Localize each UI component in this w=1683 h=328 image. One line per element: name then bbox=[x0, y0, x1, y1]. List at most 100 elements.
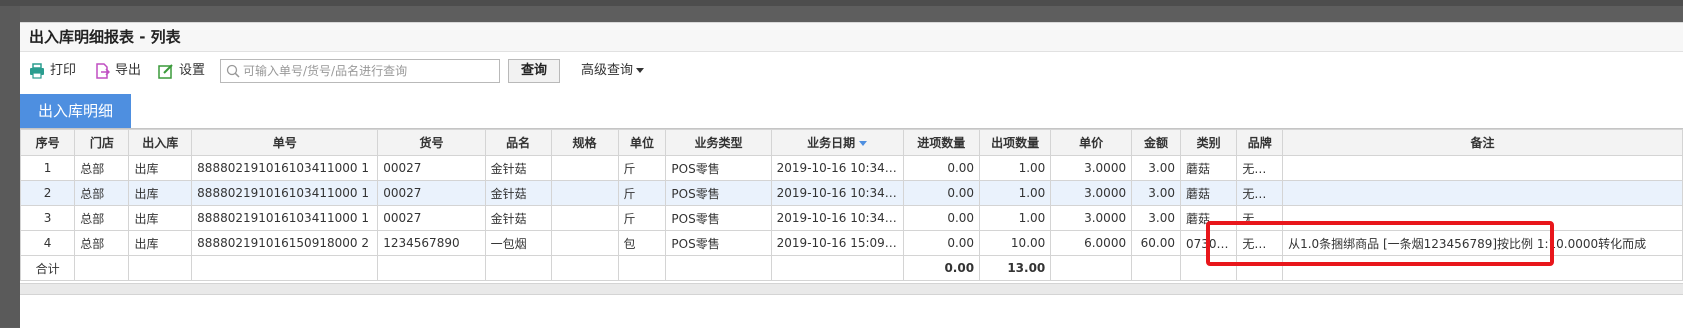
total-empty bbox=[665, 255, 772, 281]
cell-spec bbox=[550, 205, 619, 231]
table-row[interactable]: 3 总部 出库 888802191016103411000 1 00027 金针… bbox=[20, 205, 1683, 231]
cell-direction: 出库 bbox=[128, 180, 193, 206]
cell-direction: 出库 bbox=[128, 230, 193, 256]
export-button[interactable]: 导出 bbox=[94, 61, 141, 81]
total-empty bbox=[1131, 255, 1181, 281]
caret-down-icon bbox=[636, 68, 645, 73]
cell-unit: 斤 bbox=[617, 180, 667, 206]
settings-label: 设置 bbox=[179, 63, 206, 78]
print-label: 打印 bbox=[50, 63, 77, 78]
cell-remark bbox=[1282, 205, 1683, 231]
cell-direction: 出库 bbox=[128, 155, 193, 181]
cell-remark bbox=[1282, 155, 1683, 181]
cell-category: 蘑菇 bbox=[1179, 205, 1238, 231]
cell-brand: 无品牌 bbox=[1236, 180, 1284, 206]
cell-order-no: 888802191016103411000 1 bbox=[191, 155, 379, 181]
cell-amount: 3.00 bbox=[1131, 155, 1181, 181]
window-top-strip bbox=[0, 0, 1683, 6]
cell-item-name: 金针菇 bbox=[484, 205, 552, 231]
col-header-item-no[interactable]: 货号 bbox=[377, 129, 486, 156]
total-empty bbox=[484, 255, 552, 281]
tab-inout-detail[interactable]: 出入库明细 bbox=[20, 94, 131, 128]
cell-direction: 出库 bbox=[128, 205, 193, 231]
cell-in-qty: 0.00 bbox=[902, 205, 981, 231]
search-box bbox=[220, 59, 500, 83]
col-header-category[interactable]: 类别 bbox=[1179, 129, 1238, 156]
cell-category: 蘑菇 bbox=[1179, 180, 1238, 206]
cell-biz-type: POS零售 bbox=[665, 230, 772, 256]
cell-out-qty: 1.00 bbox=[979, 155, 1052, 181]
search-input[interactable] bbox=[243, 64, 499, 78]
total-empty bbox=[1050, 255, 1133, 281]
cell-in-qty: 0.00 bbox=[902, 180, 981, 206]
cell-biz-type: POS零售 bbox=[665, 155, 772, 181]
report-panel: 出入库明细报表 - 列表 打印 导出 设置 可输入单号/货号/品名进行查询 查询… bbox=[20, 22, 1683, 328]
cell-brand: 无品牌 bbox=[1236, 230, 1284, 256]
cell-item-name: 金针菇 bbox=[484, 180, 552, 206]
advanced-query-button[interactable]: 高级查询 bbox=[581, 61, 645, 81]
cell-item-name: 金针菇 bbox=[484, 155, 552, 181]
table-total-row: 合计 0.00 13.00 bbox=[20, 255, 1683, 281]
cell-store: 总部 bbox=[74, 205, 130, 231]
col-header-in-qty[interactable]: 进项数量 bbox=[902, 129, 981, 156]
cell-item-no: 00027 bbox=[377, 180, 486, 206]
cell-index: 2 bbox=[20, 180, 76, 206]
cell-store: 总部 bbox=[74, 230, 130, 256]
col-header-amount[interactable]: 金额 bbox=[1131, 129, 1181, 156]
cell-order-no: 888802191016103411000 1 bbox=[191, 205, 379, 231]
cell-spec bbox=[550, 155, 619, 181]
cell-category: 蘑菇 bbox=[1179, 155, 1238, 181]
cell-out-qty: 1.00 bbox=[979, 180, 1052, 206]
col-header-index[interactable]: 序号 bbox=[20, 129, 76, 156]
total-label: 合计 bbox=[20, 255, 76, 281]
cell-category: 0730培... bbox=[1179, 230, 1238, 256]
sort-desc-icon bbox=[859, 141, 868, 146]
print-button[interactable]: 打印 bbox=[29, 61, 76, 81]
cell-biz-date: 2019-10-16 10:34:11 bbox=[770, 180, 904, 206]
total-empty bbox=[1179, 255, 1238, 281]
edit-settings-icon bbox=[158, 64, 173, 79]
data-table: 序号 门店 出入库 单号 货号 品名 规格 单位 业务类型 业务日期 进项数量 … bbox=[20, 129, 1683, 281]
table-row[interactable]: 1 总部 出库 888802191016103411000 1 00027 金针… bbox=[20, 155, 1683, 181]
col-header-order-no[interactable]: 单号 bbox=[191, 129, 379, 156]
settings-button[interactable]: 设置 bbox=[158, 61, 205, 81]
col-header-brand[interactable]: 品牌 bbox=[1236, 129, 1284, 156]
col-header-biz-date[interactable]: 业务日期 bbox=[770, 129, 904, 156]
col-header-direction[interactable]: 出入库 bbox=[128, 129, 193, 156]
col-header-unit-price[interactable]: 单价 bbox=[1050, 129, 1133, 156]
query-button[interactable]: 查询 bbox=[508, 59, 560, 83]
cell-biz-date: 2019-10-16 15:09:18 bbox=[770, 230, 904, 256]
cell-remark: 从1.0条捆绑商品 [一条烟123456789]按比例 1:10.0000转化而… bbox=[1282, 230, 1683, 256]
table-header-row: 序号 门店 出入库 单号 货号 品名 规格 单位 业务类型 业务日期 进项数量 … bbox=[20, 129, 1683, 156]
col-header-biz-type[interactable]: 业务类型 bbox=[665, 129, 772, 156]
cell-order-no: 888802191016103411000 1 bbox=[191, 180, 379, 206]
total-empty bbox=[74, 255, 130, 281]
col-header-out-qty[interactable]: 出项数量 bbox=[979, 129, 1052, 156]
cell-amount: 60.00 bbox=[1131, 230, 1181, 256]
cell-biz-date: 2019-10-16 10:34:11 bbox=[770, 155, 904, 181]
cell-store: 总部 bbox=[74, 180, 130, 206]
table-row-selected[interactable]: 2 总部 出库 888802191016103411000 1 00027 金针… bbox=[20, 180, 1683, 206]
table-row[interactable]: 4 总部 出库 888802191016150918000 2 12345678… bbox=[20, 230, 1683, 256]
cell-biz-type: POS零售 bbox=[665, 205, 772, 231]
horizontal-scrollbar[interactable] bbox=[20, 283, 1683, 295]
col-header-remark[interactable]: 备注 bbox=[1282, 129, 1683, 156]
cell-index: 1 bbox=[20, 155, 76, 181]
export-icon bbox=[96, 63, 110, 79]
export-label: 导出 bbox=[115, 63, 142, 78]
total-empty bbox=[128, 255, 193, 281]
total-empty bbox=[191, 255, 379, 281]
col-header-store[interactable]: 门店 bbox=[74, 129, 130, 156]
cell-out-qty: 1.00 bbox=[979, 205, 1052, 231]
cell-unit: 斤 bbox=[617, 155, 667, 181]
total-empty bbox=[617, 255, 667, 281]
cell-item-no: 00027 bbox=[377, 155, 486, 181]
toolbar: 打印 导出 设置 查询 高级查询 bbox=[20, 52, 1683, 92]
col-header-spec[interactable]: 规格 bbox=[550, 129, 619, 156]
col-header-unit[interactable]: 单位 bbox=[617, 129, 667, 156]
total-empty bbox=[1236, 255, 1284, 281]
left-frame-bar bbox=[0, 6, 20, 327]
cell-spec bbox=[550, 230, 619, 256]
cell-biz-type: POS零售 bbox=[665, 180, 772, 206]
col-header-item-name[interactable]: 品名 bbox=[484, 129, 552, 156]
